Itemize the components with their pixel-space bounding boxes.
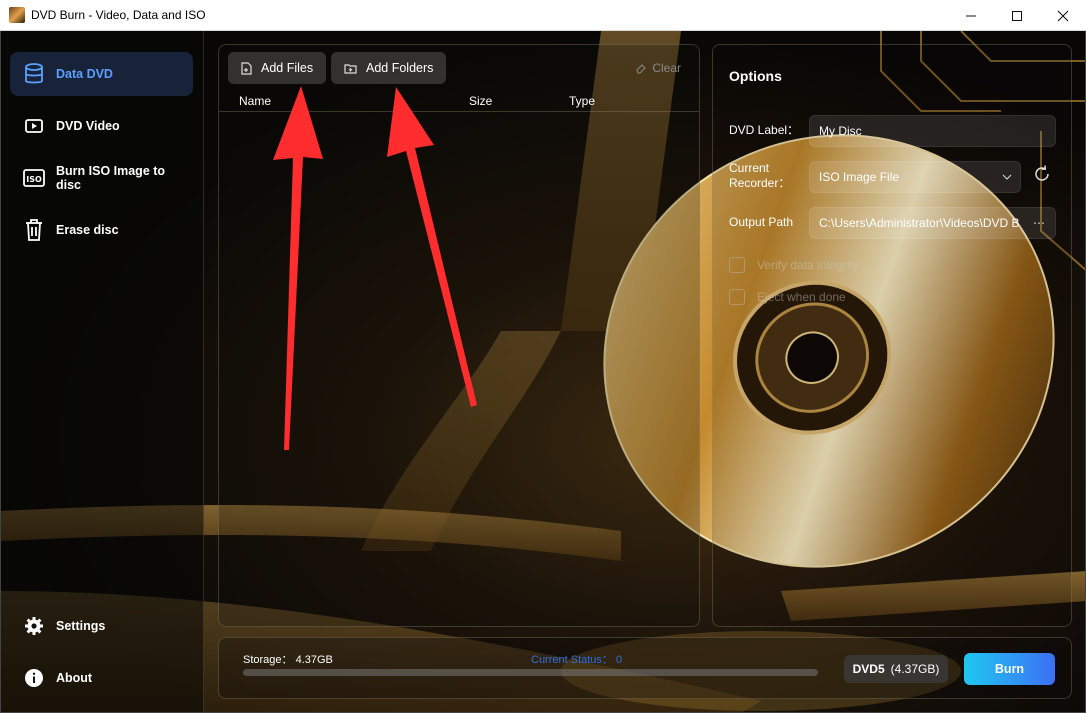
column-header-size[interactable]: Size	[469, 94, 492, 108]
sidebar-item-label: Erase disc	[56, 223, 119, 237]
sidebar-item-burn-iso[interactable]: ISO Burn ISO Image to disc	[10, 156, 193, 200]
sidebar-item-label: DVD Video	[56, 119, 120, 133]
output-path-value: C:\Users\Administrator\Videos\DVD B	[819, 216, 1020, 230]
sidebar-item-label: Data DVD	[56, 67, 113, 81]
add-folder-icon	[344, 63, 357, 74]
recorder-label: Current Recorder：	[729, 161, 790, 191]
sidebar-item-dvd-video[interactable]: DVD Video	[10, 104, 193, 148]
more-icon[interactable]: ⋯	[1033, 216, 1045, 230]
column-header-name[interactable]: Name	[239, 94, 271, 108]
gear-icon	[23, 615, 45, 637]
video-icon	[23, 115, 45, 137]
disc-type-capacity: (4.37GB)	[890, 662, 940, 676]
eject-checkbox[interactable]	[729, 289, 745, 305]
sidebar: Data DVD DVD Video ISO Burn ISO Image to…	[1, 31, 204, 712]
disc-type-badge[interactable]: DVD5 (4.37GB)	[844, 655, 948, 683]
burn-label: Burn	[994, 662, 1025, 676]
maximize-icon	[1012, 10, 1022, 21]
info-icon	[23, 667, 45, 689]
add-file-icon	[241, 61, 252, 75]
sidebar-item-label: About	[56, 671, 93, 685]
sidebar-item-erase-disc[interactable]: Erase disc	[10, 208, 193, 252]
chevron-down-icon	[1002, 174, 1012, 180]
verify-checkbox-row[interactable]: Verify data integrity	[729, 257, 859, 273]
close-button[interactable]	[1040, 0, 1086, 31]
add-folders-button[interactable]: Add Folders	[331, 52, 447, 84]
options-panel: Options DVD Label： My Disc Current Recor…	[712, 44, 1072, 627]
burn-button[interactable]: Burn	[964, 653, 1055, 685]
minimize-icon	[966, 15, 976, 16]
eraser-icon	[636, 64, 647, 74]
output-path-input[interactable]: C:\Users\Administrator\Videos\DVD B ⋯	[809, 207, 1056, 239]
sidebar-item-data-dvd[interactable]: Data DVD	[10, 52, 193, 96]
verify-label: Verify data integrity	[757, 258, 860, 272]
clear-label: Clear	[652, 61, 681, 75]
clear-button[interactable]: Clear	[635, 61, 681, 75]
sidebar-item-label: Burn ISO Image to disc	[56, 164, 166, 192]
sidebar-item-label: Settings	[56, 619, 106, 633]
iso-icon: ISO	[23, 167, 45, 189]
storage-progress-bar	[243, 669, 818, 676]
sidebar-item-about[interactable]: About	[10, 656, 193, 700]
sidebar-item-settings[interactable]: Settings	[10, 604, 193, 648]
eject-checkbox-row[interactable]: Eject when done	[729, 289, 846, 305]
refresh-icon	[1035, 165, 1049, 181]
dvd-label-value: My Disc	[819, 124, 862, 138]
add-files-button[interactable]: Add Files	[228, 52, 327, 84]
column-header-type[interactable]: Type	[569, 94, 595, 108]
trash-icon	[23, 219, 45, 241]
window-titlebar: DVD Burn - Video, Data and ISO	[0, 0, 1086, 31]
maximize-button[interactable]	[994, 0, 1040, 31]
recorder-select[interactable]: ISO Image File	[809, 161, 1021, 193]
refresh-recorder-button[interactable]	[1029, 161, 1055, 187]
file-table-header: Name Size Type	[219, 92, 699, 112]
minimize-button[interactable]	[948, 0, 994, 31]
recorder-label-line1: Current	[729, 161, 770, 175]
disc-type-name: DVD5	[852, 662, 885, 676]
window-title: DVD Burn - Video, Data and ISO	[31, 8, 206, 22]
app-window: Data DVD DVD Video ISO Burn ISO Image to…	[0, 31, 1086, 713]
svg-text:ISO: ISO	[26, 175, 42, 184]
eject-label: Eject when done	[757, 290, 846, 304]
add-folders-label: Add Folders	[366, 61, 434, 75]
file-list-panel: Add Files Add Folders Clear Name Size Ty…	[218, 44, 700, 627]
output-path-label: Output Path	[729, 215, 794, 229]
database-icon	[23, 63, 45, 85]
current-status-label: Current Status： 0	[531, 654, 623, 666]
storage-label: Storage： 4.37GB	[243, 654, 333, 666]
recorder-value: ISO Image File	[819, 170, 900, 184]
dvd-label-label: DVD Label：	[729, 123, 800, 137]
window-controls	[948, 0, 1086, 31]
app-logo-icon	[9, 7, 25, 23]
close-icon	[1057, 10, 1069, 21]
recorder-label-line2: Recorder：	[729, 176, 791, 190]
status-bar: Storage： 4.37GB Current Status： 0 DVD5 (…	[218, 637, 1072, 699]
add-files-label: Add Files	[261, 61, 314, 75]
verify-checkbox[interactable]	[729, 257, 745, 273]
dvd-label-input[interactable]: My Disc	[809, 115, 1056, 147]
options-title: Options	[729, 68, 782, 84]
